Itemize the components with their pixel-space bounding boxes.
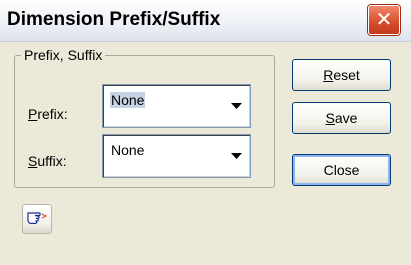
title-bar: Dimension Prefix/Suffix ✕ xyxy=(0,0,411,42)
help-button[interactable] xyxy=(22,204,52,234)
suffix-value: None xyxy=(111,142,145,158)
chevron-down-icon[interactable] xyxy=(227,139,246,173)
prefix-label: Prefix: xyxy=(28,106,68,122)
reset-button[interactable]: Reset xyxy=(292,59,391,91)
window-title: Dimension Prefix/Suffix xyxy=(7,9,221,30)
prefix-suffix-group: Prefix, Suffix Prefix: None Suffix: None xyxy=(14,47,275,188)
group-legend: Prefix, Suffix xyxy=(21,47,106,63)
chevron-down-icon[interactable] xyxy=(227,89,246,123)
pointing-hand-help-icon xyxy=(27,210,48,229)
save-button[interactable]: Save xyxy=(292,102,391,134)
suffix-dropdown[interactable]: None xyxy=(102,134,251,178)
prefix-dropdown[interactable]: None xyxy=(102,84,251,128)
suffix-label: Suffix: xyxy=(28,153,67,169)
prefix-value: None xyxy=(110,92,146,108)
close-button[interactable]: Close xyxy=(292,154,391,186)
close-icon[interactable]: ✕ xyxy=(368,5,400,35)
